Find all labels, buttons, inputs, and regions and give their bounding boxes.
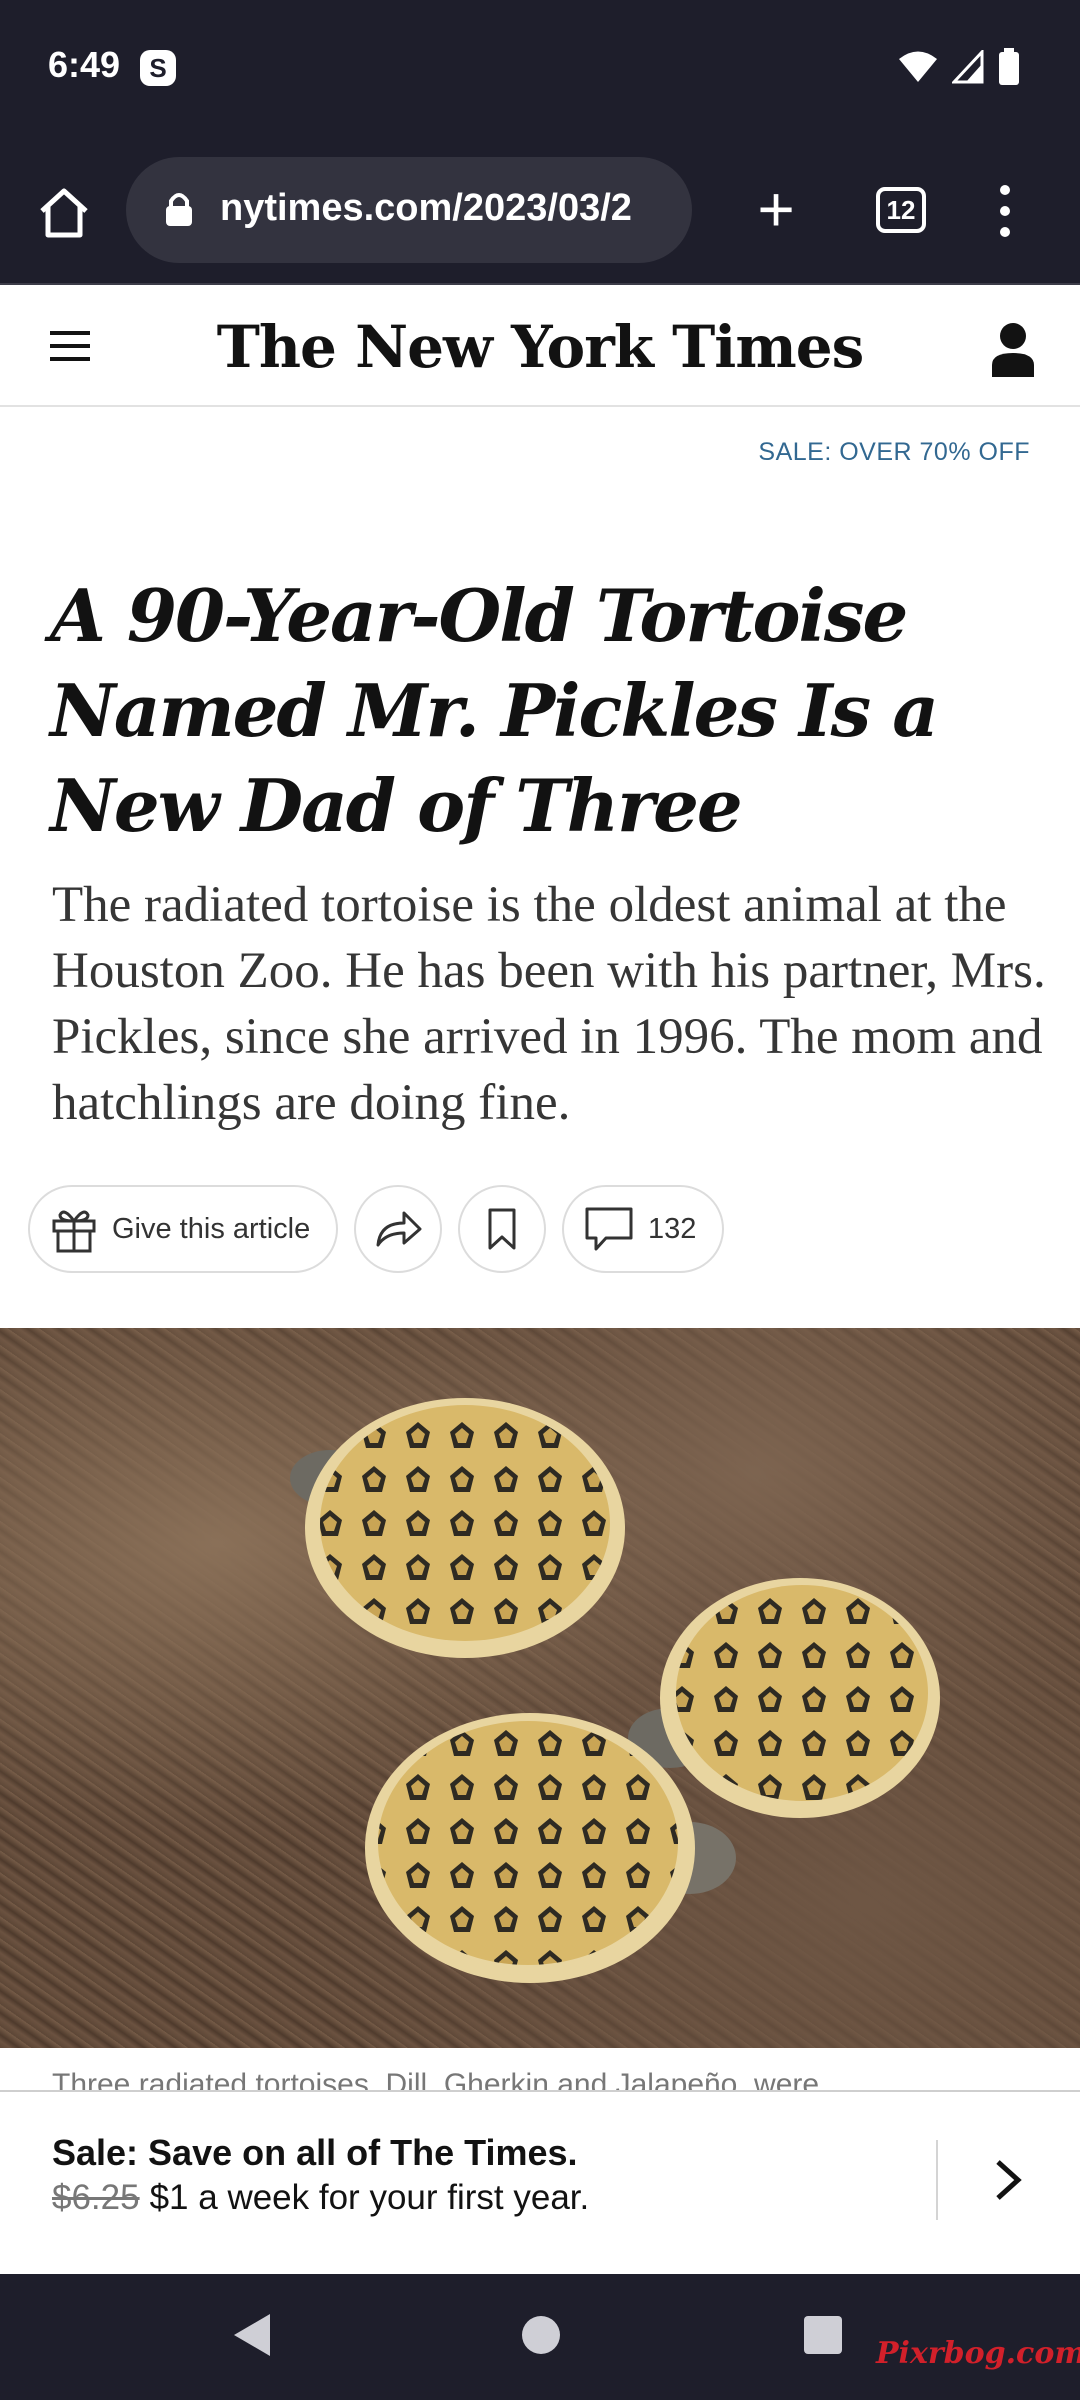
share-icon [376,1211,422,1247]
chevron-right-icon[interactable] [992,2158,1024,2202]
app-notification-icon: S [140,50,176,86]
sale-new-offer: $1 a week for your first year. [149,2178,590,2217]
lock-icon [166,193,192,226]
signal-icon [952,50,984,84]
divider [936,2140,938,2220]
status-time: 6:49 [48,44,121,85]
overflow-menu-icon[interactable] [990,185,1020,237]
comment-icon [585,1207,633,1251]
comments-button[interactable]: 132 [562,1185,724,1273]
comment-count: 132 [648,1212,697,1245]
save-button[interactable] [458,1185,546,1273]
sale-old-price: $6.25 [52,2178,140,2217]
article-photo[interactable] [0,1328,1080,2048]
status-icons [898,48,1020,86]
sale-banner-title: Sale: Save on all of The Times. [52,2132,578,2173]
site-header: The New York Times [0,287,1080,407]
tortoise-hatchlings-image [290,1398,940,1983]
sale-link[interactable]: SALE: OVER 70% OFF [758,438,1030,467]
recents-icon[interactable] [804,2316,842,2354]
system-nav-bar: Pixrbog.com [0,2274,1080,2400]
sale-banner-offer: $6.25 $1 a week for your first year. [52,2178,589,2218]
battery-icon [999,48,1019,85]
home-icon[interactable] [36,185,92,241]
share-button[interactable] [354,1185,442,1273]
tortoise-right [628,1578,940,1818]
watermark: Pixrbog.com [876,2336,1080,2371]
tab-switcher-button[interactable]: 12 [876,187,926,233]
article-headline: A 90-Year-Old Tortoise Named Mr. Pickles… [50,573,939,848]
status-bar: 6:49 S [0,0,1080,135]
address-bar[interactable]: nytimes.com/2023/03/2 [126,157,692,263]
give-article-button[interactable]: Give this article [28,1185,338,1273]
sale-banner[interactable]: Sale: Save on all of The Times. $6.25 $1 … [0,2090,1080,2274]
masthead-logo[interactable]: The New York Times [0,313,1080,381]
account-icon[interactable] [990,321,1036,377]
bookmark-icon [488,1208,516,1250]
new-tab-icon[interactable]: + [752,177,800,241]
article-summary: The radiated tortoise is the oldest anim… [52,877,1046,1131]
home-nav-icon[interactable] [522,2316,560,2354]
back-icon[interactable] [232,2312,272,2358]
tortoise-top [290,1398,625,1658]
gift-icon [52,1210,96,1253]
wifi-icon [899,51,937,82]
url-text: nytimes.com/2023/03/2 [220,187,632,229]
give-article-label: Give this article [112,1212,311,1245]
browser-toolbar: nytimes.com/2023/03/2 + 12 [0,135,1080,285]
